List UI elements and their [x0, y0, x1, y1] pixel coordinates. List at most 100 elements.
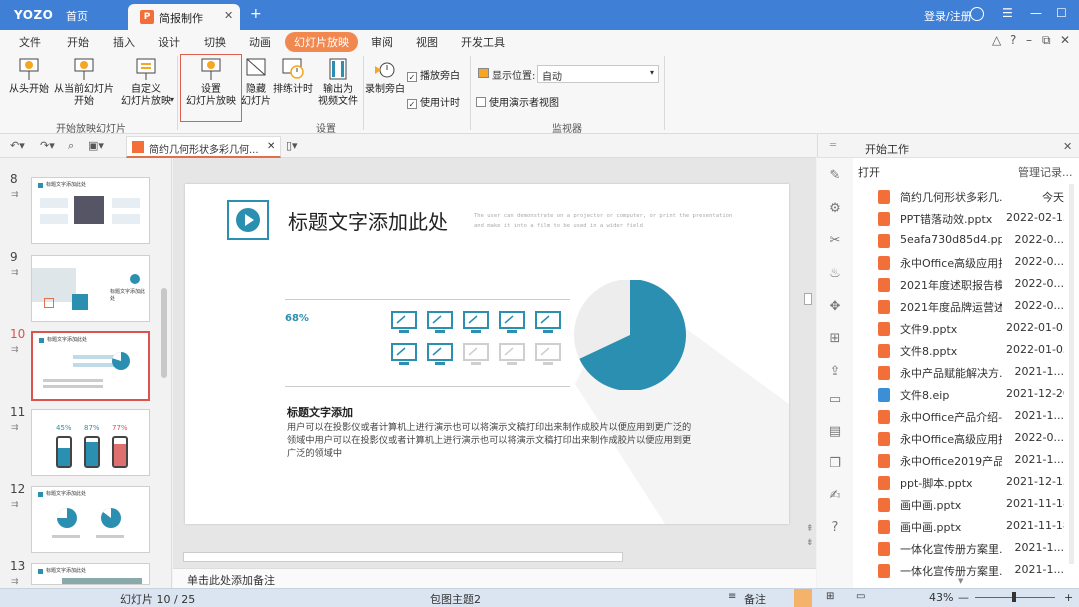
- horizontal-scrollbar[interactable]: [183, 552, 623, 562]
- close-file-icon[interactable]: ✕: [267, 141, 275, 152]
- ribbon-close-icon[interactable]: ✕: [1060, 33, 1070, 47]
- prev-slide-icon[interactable]: ⇞: [806, 524, 814, 534]
- panel-menu-icon[interactable]: ═: [830, 140, 836, 151]
- recent-file-name[interactable]: 永中Office产品介绍-...: [900, 409, 1002, 425]
- close-tab-icon[interactable]: ✕: [224, 9, 233, 22]
- custom-show-button[interactable]: 自定义 幻灯片放映: [116, 56, 176, 108]
- menu-transitions[interactable]: 切换: [204, 34, 226, 50]
- save-icon[interactable]: ▣▾: [88, 139, 104, 152]
- menu-slideshow[interactable]: 幻灯片放映: [285, 32, 358, 52]
- notes-toggle-icon[interactable]: ≡: [728, 591, 736, 602]
- section-title[interactable]: 标题文字添加: [287, 404, 353, 420]
- recent-file-name[interactable]: 永中Office高级应用技...: [900, 431, 1002, 447]
- slide-thumbnail-10[interactable]: 标题文字添加此处: [31, 331, 150, 401]
- settings-icon[interactable]: ⚙: [827, 201, 843, 217]
- zoom-slider-thumb[interactable]: [1012, 592, 1016, 602]
- vertical-scrollbar-thumb[interactable]: [804, 293, 812, 305]
- slide-thumbnail-8[interactable]: 标题文字添加此处: [31, 177, 150, 244]
- body-text[interactable]: 用户可以在投影仪或者计算机上进行演示也可以将演示文稿打印出来制作成胶片以便应用到…: [287, 421, 691, 460]
- next-slide-icon[interactable]: ⇟: [806, 538, 814, 548]
- recent-file-name[interactable]: 文件9.pptx: [900, 321, 1002, 337]
- recent-file-name[interactable]: 简约几何形状多彩几...: [900, 189, 1002, 205]
- recent-file-name[interactable]: 一体化宣传册方案里...: [900, 541, 1002, 557]
- minimize-icon[interactable]: —: [1030, 6, 1042, 20]
- redo-icon[interactable]: ↷▾: [40, 139, 55, 152]
- from-start-button[interactable]: 从头开始: [8, 56, 50, 96]
- recent-file-name[interactable]: 永中产品赋能解决方...: [900, 365, 1002, 381]
- recent-file-name[interactable]: 5eafa730d85d4.ppt...: [900, 233, 1002, 246]
- recent-file-name[interactable]: 2021年度述职报告模...: [900, 277, 1002, 293]
- brush-icon[interactable]: ♨: [827, 266, 843, 282]
- recent-file-name[interactable]: ppt-脚本.pptx: [900, 475, 1002, 491]
- menu-review[interactable]: 审阅: [371, 34, 393, 50]
- export-video-button[interactable]: 输出为 视频文件: [316, 56, 360, 108]
- menu-design[interactable]: 设计: [158, 34, 180, 50]
- slide[interactable]: 标题文字添加此处 The user can demonstrate on a p…: [185, 184, 789, 524]
- custom-dropdown-icon[interactable]: ▾: [170, 95, 174, 104]
- rehearse-button[interactable]: 排练计时: [272, 56, 314, 96]
- menu-view[interactable]: 视图: [416, 34, 438, 50]
- recent-file-name[interactable]: PPT错落动效.pptx: [900, 211, 1002, 227]
- use-timing-checkbox[interactable]: ✓ 使用计时: [407, 94, 460, 109]
- new-tab-icon[interactable]: +: [250, 6, 262, 22]
- menu-icon[interactable]: ☰: [1002, 6, 1013, 20]
- home-tab[interactable]: 首页: [66, 8, 88, 24]
- presenter-view-checkbox[interactable]: 使用演示者视图: [476, 94, 559, 109]
- slide-title[interactable]: 标题文字添加此处: [288, 206, 448, 235]
- help-icon[interactable]: ?: [1010, 33, 1016, 47]
- recent-file-name[interactable]: 永中Office高级应用技...: [900, 255, 1002, 271]
- notes-pane[interactable]: 单击此处添加备注: [173, 568, 816, 588]
- move-icon[interactable]: ✥: [827, 299, 843, 315]
- slide-thumbnail-9[interactable]: 标题文字添加此处: [31, 255, 150, 322]
- maximize-icon[interactable]: ☐: [1056, 6, 1067, 20]
- notes-toggle-label[interactable]: 备注: [744, 591, 766, 607]
- edit-icon[interactable]: ✎: [827, 168, 843, 184]
- normal-view-icon[interactable]: [794, 589, 812, 607]
- menu-animations[interactable]: 动画: [249, 34, 271, 50]
- undo-icon[interactable]: ↶▾: [10, 139, 25, 152]
- print-preview-icon[interactable]: ⌕: [68, 139, 74, 153]
- slide-thumbnail-13[interactable]: 标题文字添加此处: [31, 563, 150, 585]
- login-link[interactable]: 登录/注册: [924, 8, 972, 24]
- tools-icon[interactable]: ✂: [827, 233, 843, 249]
- share-icon[interactable]: ⇪: [827, 364, 843, 380]
- recent-file-name[interactable]: 画中画.pptx: [900, 497, 1002, 513]
- pen-icon[interactable]: ✍: [827, 488, 843, 504]
- recent-file-name[interactable]: 永中Office2019产品...: [900, 453, 1002, 469]
- setup-show-button[interactable]: 设置 幻灯片放映: [182, 56, 240, 108]
- menu-insert[interactable]: 插入: [113, 34, 135, 50]
- manage-records-link[interactable]: 管理记录...: [1018, 164, 1073, 180]
- menu-file[interactable]: 文件: [19, 34, 41, 50]
- recent-file-name[interactable]: 文件8.pptx: [900, 343, 1002, 359]
- document-tab[interactable]: P 简报制作 ✕: [128, 4, 240, 30]
- recent-file-name[interactable]: 一体化宣传册方案里...: [900, 563, 1002, 579]
- menu-developer[interactable]: 开发工具: [461, 34, 505, 50]
- reading-view-icon[interactable]: ▭: [856, 591, 865, 602]
- sorter-view-icon[interactable]: ⊞: [826, 591, 834, 602]
- ribbon-restore-icon[interactable]: ⧉: [1042, 33, 1051, 48]
- record-narration-button[interactable]: 录制旁白: [364, 56, 406, 96]
- comment-icon[interactable]: ▭: [827, 392, 843, 408]
- menu-home[interactable]: 开始: [67, 34, 89, 50]
- file-tab[interactable]: 简约几何形状多彩几何... ✕: [126, 136, 281, 158]
- ribbon-minimize-icon[interactable]: –: [1026, 33, 1032, 47]
- collapse-ribbon-icon[interactable]: △: [992, 33, 1001, 47]
- zoom-in-icon[interactable]: +: [1064, 591, 1073, 604]
- panel-close-icon[interactable]: ✕: [1063, 140, 1072, 153]
- user-icon[interactable]: [970, 7, 984, 21]
- slide-thumbnail-12[interactable]: 标题文字添加此处: [31, 486, 150, 553]
- from-current-button[interactable]: 从当前幻灯片 开始: [52, 56, 116, 108]
- recent-file-name[interactable]: 文件8.eip: [900, 387, 1002, 403]
- new-file-icon[interactable]: ▯▾: [286, 139, 298, 152]
- copy-icon[interactable]: ❐: [827, 456, 843, 472]
- play-narration-checkbox[interactable]: ✓ 播放旁白: [407, 67, 460, 82]
- thumbnail-scrollbar[interactable]: [161, 288, 167, 378]
- help-circle-icon[interactable]: ?: [827, 520, 843, 536]
- zoom-out-icon[interactable]: —: [958, 591, 969, 604]
- panel-scrollbar[interactable]: [1069, 184, 1074, 564]
- clipboard-icon[interactable]: ▤: [827, 424, 843, 440]
- grid-icon[interactable]: ⊞: [827, 331, 843, 347]
- recent-file-name[interactable]: 画中画.pptx: [900, 519, 1002, 535]
- slide-thumbnail-11[interactable]: 45% 87% 77%: [31, 409, 150, 476]
- display-position-select[interactable]: 自动 ▾: [537, 65, 659, 83]
